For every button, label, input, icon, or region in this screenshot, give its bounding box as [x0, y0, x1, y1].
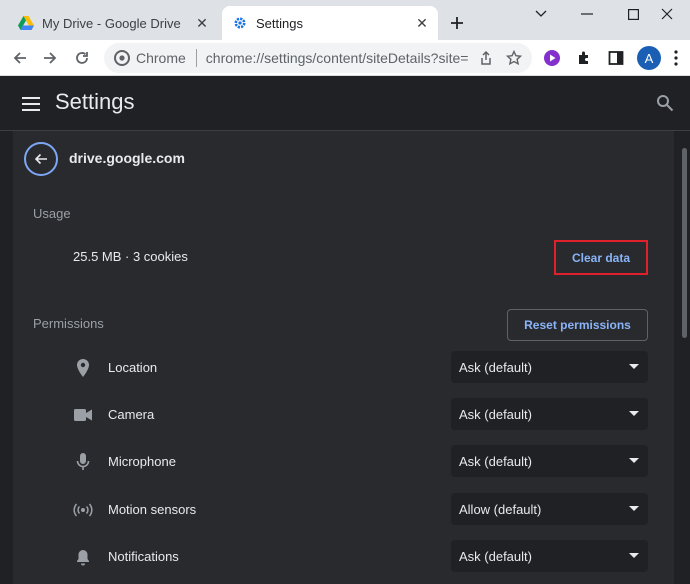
- motion-sensors-icon: [73, 500, 93, 520]
- close-icon[interactable]: ✕: [412, 13, 432, 33]
- media-play-icon[interactable]: [540, 46, 564, 70]
- permission-row-notifications: Notifications Ask (default): [13, 533, 674, 580]
- hamburger-menu-icon[interactable]: [22, 96, 40, 112]
- motion-sensors-select[interactable]: Allow (default): [451, 493, 648, 525]
- tab-title: Settings: [256, 15, 303, 31]
- permission-row-microphone: Microphone Ask (default): [13, 438, 674, 485]
- dropdown-caret-icon: [629, 506, 639, 511]
- page-title: Settings: [55, 89, 135, 114]
- reload-icon[interactable]: [70, 46, 94, 70]
- camera-select[interactable]: Ask (default): [451, 398, 648, 430]
- tab-settings[interactable]: Settings ✕: [222, 6, 438, 40]
- scrollbar[interactable]: [682, 148, 687, 338]
- settings-gear-icon: [232, 15, 248, 31]
- microphone-select[interactable]: Ask (default): [451, 445, 648, 477]
- usage-summary: 25.5 MB · 3 cookies: [73, 249, 188, 264]
- camera-icon: [73, 405, 93, 425]
- permission-row-motion-sensors: Motion sensors Allow (default): [13, 486, 674, 533]
- plus-icon: [451, 17, 463, 29]
- permission-row-location: Location Ask (default): [13, 344, 674, 391]
- usage-heading: Usage: [33, 206, 71, 221]
- permission-label: Location: [108, 360, 158, 375]
- dropdown-caret-icon: [629, 553, 639, 558]
- bell-icon: [73, 547, 93, 567]
- close-icon[interactable]: ✕: [192, 13, 212, 33]
- dropdown-caret-icon: [629, 458, 639, 463]
- minimize-button[interactable]: [564, 0, 610, 28]
- permissions-heading: Permissions: [33, 316, 104, 331]
- select-value: Ask (default): [459, 548, 532, 564]
- close-window-button[interactable]: [644, 0, 690, 28]
- url-text: chrome://settings/content/siteDetails?si…: [205, 50, 468, 66]
- chevron-down-icon[interactable]: [518, 0, 564, 28]
- browser-toolbar: Chrome chrome://settings/content/siteDet…: [0, 40, 690, 76]
- select-value: Ask (default): [459, 453, 532, 469]
- dropdown-caret-icon: [629, 411, 639, 416]
- forward-arrow-icon[interactable]: [38, 46, 62, 70]
- extensions-puzzle-icon[interactable]: [572, 46, 596, 70]
- site-name: drive.google.com: [69, 150, 185, 166]
- google-drive-icon: [18, 15, 34, 31]
- omnibox-divider: [195, 49, 197, 67]
- side-panel-icon[interactable]: [604, 46, 628, 70]
- select-value: Ask (default): [459, 406, 532, 422]
- avatar[interactable]: A: [637, 46, 661, 70]
- chrome-logo-icon: [114, 50, 130, 66]
- search-icon[interactable]: [656, 94, 676, 114]
- permission-label: Microphone: [108, 454, 176, 469]
- location-pin-icon: [73, 358, 93, 378]
- reset-permissions-button[interactable]: Reset permissions: [507, 309, 648, 341]
- permission-label: Camera: [108, 407, 155, 422]
- location-select[interactable]: Ask (default): [451, 351, 648, 383]
- address-bar[interactable]: Chrome chrome://settings/content/siteDet…: [104, 43, 532, 73]
- permission-row-camera: Camera Ask (default): [13, 391, 674, 438]
- select-value: Allow (default): [459, 501, 542, 517]
- new-tab-button[interactable]: [446, 12, 468, 34]
- select-value: Ask (default): [459, 359, 532, 375]
- back-arrow-icon: [34, 153, 47, 165]
- clear-data-button[interactable]: Clear data: [554, 240, 648, 275]
- back-arrow-icon[interactable]: [8, 46, 32, 70]
- permission-label: Motion sensors: [108, 502, 197, 517]
- settings-header: Settings: [0, 77, 690, 131]
- more-menu-icon[interactable]: [664, 46, 688, 70]
- tab-title: My Drive - Google Drive: [42, 15, 181, 31]
- notifications-select[interactable]: Ask (default): [451, 540, 648, 572]
- dropdown-caret-icon: [629, 364, 639, 369]
- omnibox-chip-label: Chrome: [136, 50, 186, 66]
- back-button[interactable]: [24, 142, 58, 176]
- bookmark-star-icon[interactable]: [504, 48, 524, 68]
- microphone-icon: [73, 452, 93, 472]
- permission-label: Notifications: [108, 549, 179, 564]
- tab-my-drive[interactable]: My Drive - Google Drive ✕: [8, 6, 218, 40]
- tab-strip: My Drive - Google Drive ✕ Settings ✕: [0, 0, 690, 40]
- share-icon[interactable]: [476, 48, 496, 68]
